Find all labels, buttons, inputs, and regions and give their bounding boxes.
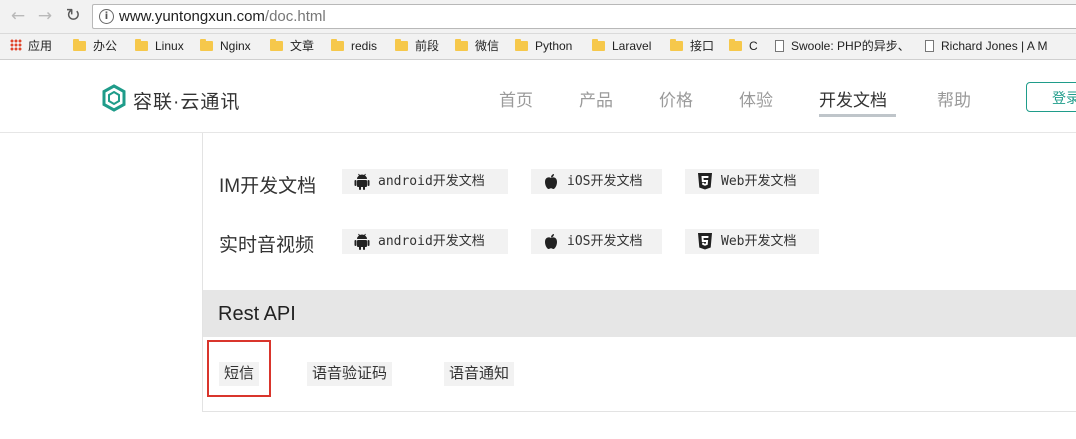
nav-pricing[interactable]: 价格 (659, 86, 693, 111)
forward-arrow-icon[interactable]: → (35, 6, 55, 26)
bookmark-folder[interactable]: Nginx (200, 38, 251, 55)
logo-mark-icon (102, 84, 126, 112)
reload-icon[interactable]: ↻ (63, 6, 83, 26)
folder-icon (515, 39, 528, 51)
back-arrow-icon[interactable]: ← (8, 6, 28, 26)
doc-button-label: Web开发文档 (721, 174, 797, 189)
bookmark-folder[interactable]: 微信 (455, 38, 499, 55)
page-icon (775, 40, 784, 52)
folder-icon (331, 39, 344, 51)
android-icon (354, 173, 370, 190)
nav-home[interactable]: 首页 (499, 86, 533, 111)
nav-products[interactable]: 产品 (579, 86, 613, 111)
bookmark-apps[interactable]: 应用 (10, 38, 52, 55)
bookmark-folder[interactable]: C (729, 38, 758, 55)
html5-icon (698, 173, 712, 190)
folder-icon (455, 39, 468, 51)
bookmark-folder[interactable]: 接口 (670, 38, 714, 55)
bookmark-label: 办公 (93, 39, 118, 53)
apple-icon (545, 234, 557, 250)
apple-icon (545, 174, 557, 190)
doc-button-label: android开发文档 (378, 234, 485, 249)
nav-demo[interactable]: 体验 (739, 86, 773, 111)
bookmark-label: redis (351, 39, 378, 53)
doc-button-label: Web开发文档 (721, 234, 797, 249)
html5-icon (698, 233, 712, 250)
active-nav-indicator (819, 114, 896, 117)
im-ios-doc-button[interactable]: iOS开发文档 (531, 169, 662, 194)
folder-icon (670, 39, 683, 51)
bookmark-folder[interactable]: Laravel (592, 38, 651, 55)
info-icon[interactable]: i (99, 9, 114, 24)
folder-icon (592, 39, 605, 51)
folder-icon (270, 39, 283, 51)
bookmark-folder[interactable]: Linux (135, 38, 184, 55)
browser-toolbar: ← → ↻ i www.yuntongxun.com/doc.html (0, 0, 1076, 34)
folder-icon (729, 39, 742, 51)
api-voice-verify-link[interactable]: 语音验证码 (307, 362, 393, 386)
api-voice-notify-link[interactable]: 语音通知 (444, 362, 515, 386)
url-text[interactable]: www.yuntongxun.com/doc.html (119, 8, 326, 25)
doc-button-label: iOS开发文档 (567, 174, 643, 189)
bookmark-label: Linux (155, 39, 184, 53)
bookmark-label: Nginx (220, 39, 251, 53)
folder-icon (200, 39, 213, 51)
highlight-annotation (207, 340, 271, 397)
bookmark-label: 接口 (690, 39, 715, 53)
url-host: www.yuntongxun.com (119, 8, 265, 25)
rtc-web-doc-button[interactable]: Web开发文档 (685, 229, 819, 254)
rest-api-header: Rest API (203, 290, 1076, 337)
rtc-docs-title: 实时音视频 (219, 235, 315, 256)
im-web-doc-button[interactable]: Web开发文档 (685, 169, 819, 194)
bookmark-folder[interactable]: Python (515, 38, 572, 55)
bookmark-folder[interactable]: redis (331, 38, 377, 55)
im-android-doc-button[interactable]: android开发文档 (342, 169, 508, 194)
bookmark-label: 文章 (290, 39, 315, 53)
page-icon (925, 40, 934, 52)
bookmark-folder[interactable]: 前段 (395, 38, 439, 55)
doc-button-label: android开发文档 (378, 174, 485, 189)
bookmark-page[interactable]: Swoole: PHP的异步、 (775, 38, 910, 55)
folder-icon (135, 39, 148, 51)
bookmark-label: 微信 (475, 39, 500, 53)
bookmark-label: Swoole: PHP的异步、 (791, 39, 910, 53)
rtc-ios-doc-button[interactable]: iOS开发文档 (531, 229, 662, 254)
bookmark-folder[interactable]: 办公 (73, 38, 117, 55)
apps-grid-icon (10, 39, 22, 51)
nav-help[interactable]: 帮助 (937, 86, 971, 111)
bookmark-label: Richard Jones | A M (941, 39, 1048, 53)
bookmark-folder[interactable]: 文章 (270, 38, 314, 55)
address-bar[interactable]: i www.yuntongxun.com/doc.html (92, 4, 1076, 29)
docs-panel: IM开发文档 android开发文档 iOS开发文档 Web开发文档 实时音视频 (202, 133, 1076, 412)
bookmark-label: Python (535, 39, 573, 53)
rtc-android-doc-button[interactable]: android开发文档 (342, 229, 508, 254)
nav-dev-docs[interactable]: 开发文档 (819, 86, 887, 111)
bookmark-label: C (749, 39, 758, 53)
url-path: /doc.html (264, 8, 326, 25)
im-docs-title: IM开发文档 (219, 176, 317, 197)
bookmark-label: 前段 (415, 39, 440, 53)
bookmark-label: 应用 (28, 39, 53, 53)
doc-button-label: iOS开发文档 (567, 234, 643, 249)
login-button[interactable]: 登录 (1026, 82, 1076, 112)
folder-icon (395, 39, 408, 51)
bookmarks-bar: 应用 办公 Linux Nginx 文章 redis 前段 微信 Python … (0, 34, 1076, 60)
folder-icon (73, 39, 86, 51)
bookmark-label: Laravel (612, 39, 652, 53)
bookmark-page[interactable]: Richard Jones | A M (925, 38, 1048, 55)
logo-text: 容联·云通讯 (133, 92, 241, 113)
android-icon (354, 233, 370, 250)
rest-api-title: Rest API (218, 303, 296, 325)
